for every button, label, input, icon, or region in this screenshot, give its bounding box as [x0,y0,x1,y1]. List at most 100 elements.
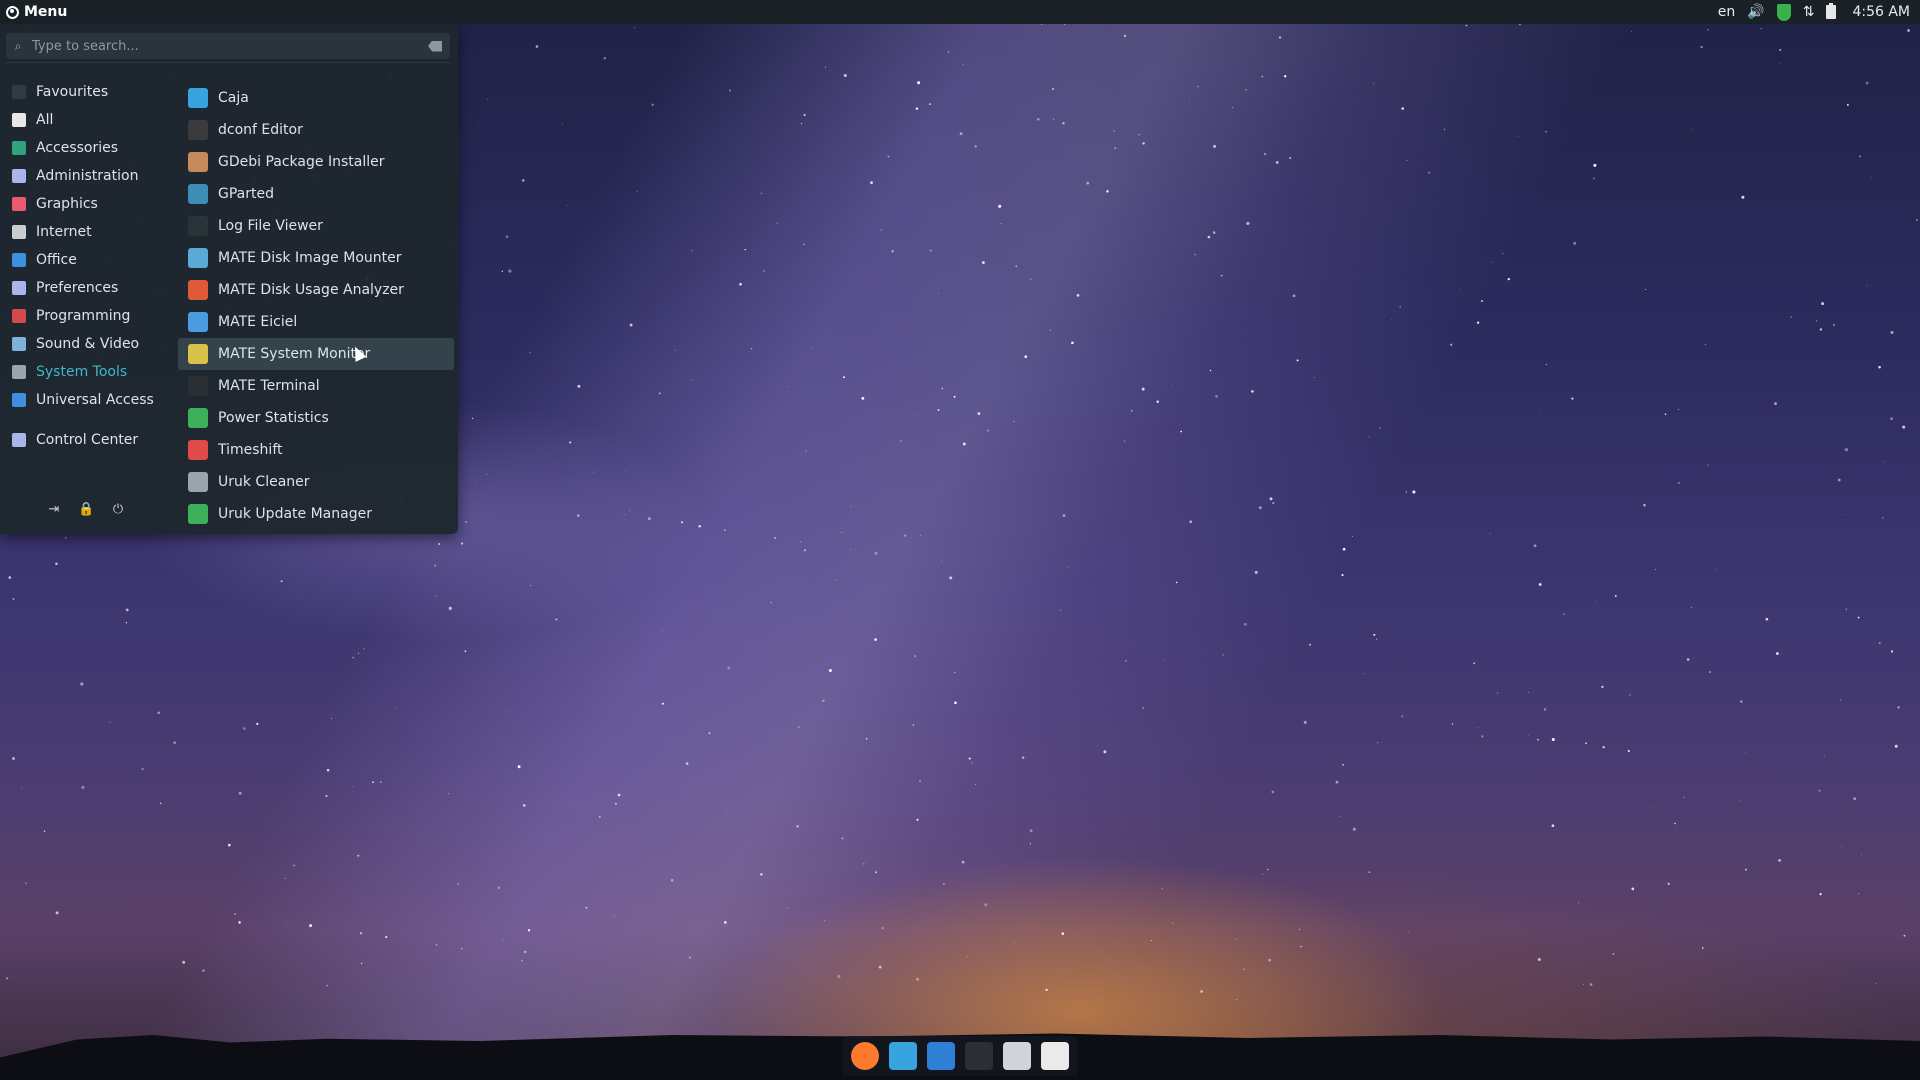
category-accessories[interactable]: Accessories [8,134,178,162]
search-input[interactable] [30,37,428,55]
graphics-icon [12,197,26,211]
app-label: Power Statistics [218,410,329,426]
app-label: Caja [218,90,249,106]
menu-button[interactable]: Menu [0,0,73,24]
category-control-center[interactable]: Control Center [8,426,178,454]
app-item-mate-disk-usage-analyzer[interactable]: MATE Disk Usage Analyzer [178,274,454,306]
power-statistics-icon [188,408,208,428]
caja-icon [188,88,208,108]
category-favourites[interactable]: Favourites [8,78,178,106]
category-label: Universal Access [36,392,154,408]
app-label: Log File Viewer [218,218,323,234]
app-label: dconf Editor [218,122,303,138]
search-icon: ⌕ [14,38,22,53]
top-panel: Menu en 🔊 ⇅ 4:56 AM [0,0,1920,24]
app-item-mate-system-monitor[interactable]: MATE System Monitor [178,338,454,370]
menu-button-label: Menu [24,4,68,20]
search-divider [6,62,450,63]
terminal-icon[interactable] [965,1042,993,1070]
category-all[interactable]: All [8,106,178,134]
application-menu: ⌕ Favourites All Accessories Administration… [0,24,458,534]
volume-icon[interactable]: 🔊 [1747,4,1764,20]
app-item-uruk-cleaner[interactable]: Uruk Cleaner [178,466,454,498]
logout-icon[interactable]: ⇥ [46,502,62,518]
disk-image-mounter-icon [188,248,208,268]
app-label: GParted [218,186,274,202]
category-programming[interactable]: Programming [8,302,178,330]
app-label: Uruk Cleaner [218,474,310,490]
clock[interactable]: 4:56 AM [1852,4,1910,20]
firefox-icon[interactable] [851,1042,879,1070]
network-icon[interactable]: ⇅ [1803,4,1815,20]
search-box: ⌕ [6,33,450,59]
system-tools-icon [12,365,26,379]
app-item-caja[interactable]: Caja [178,82,454,114]
terminal-icon [188,376,208,396]
distro-logo-icon [6,5,19,19]
uruk-cleaner-icon [188,472,208,492]
category-label: All [36,112,54,128]
app-label: Uruk Update Manager [218,506,372,522]
lock-icon[interactable]: 🔒 [78,502,94,518]
keyboard-layout-indicator[interactable]: en [1718,4,1736,20]
app-item-gdebi-package-installer[interactable]: GDebi Package Installer [178,146,454,178]
gdebi-icon [188,152,208,172]
battery-icon[interactable] [1826,3,1837,19]
category-preferences[interactable]: Preferences [8,274,178,302]
category-label: Office [36,252,77,268]
security-shield-icon[interactable] [1776,3,1791,21]
category-label: System Tools [36,364,128,380]
category-sound-video[interactable]: Sound & Video [8,330,178,358]
category-label: Internet [36,224,92,240]
app-item-mate-terminal[interactable]: MATE Terminal [178,370,454,402]
sound-video-icon [12,337,26,351]
category-administration[interactable]: Administration [8,162,178,190]
category-label: Accessories [36,140,119,156]
category-label: Control Center [36,432,139,448]
log-file-viewer-icon [188,216,208,236]
star-icon [12,85,26,99]
control-center-icon [12,433,26,447]
files-icon[interactable] [889,1042,917,1070]
category-office[interactable]: Office [8,246,178,274]
uruk-update-manager-icon [188,504,208,524]
app-item-gparted[interactable]: GParted [178,178,454,210]
session-actions: ⇥ 🔒 ⏻ [46,502,142,518]
category-label: Graphics [36,196,98,212]
app-label: Timeshift [218,442,283,458]
app-label: MATE Disk Usage Analyzer [218,282,404,298]
app-label: MATE Terminal [218,378,320,394]
power-icon[interactable]: ⏻ [110,502,126,518]
mail-icon[interactable] [927,1042,955,1070]
internet-icon [12,225,26,239]
category-label: Favourites [36,84,109,100]
category-list: Favourites All Accessories Administration Gr… [8,78,178,454]
app-label: MATE System Monitor [218,346,371,362]
all-icon [12,113,26,127]
category-label: Sound & Video [36,336,140,352]
category-label: Administration [36,168,139,184]
app-item-mate-eiciel[interactable]: MATE Eiciel [178,306,454,338]
category-universal-access[interactable]: Universal Access [8,386,178,414]
accessories-icon [12,141,26,155]
dock [843,1036,1077,1076]
text-editor-icon[interactable] [1003,1042,1031,1070]
category-system-tools[interactable]: System Tools [8,358,178,386]
category-internet[interactable]: Internet [8,218,178,246]
category-label: Preferences [36,280,119,296]
category-graphics[interactable]: Graphics [8,190,178,218]
disk-usage-analyzer-icon [188,280,208,300]
task-manager-icon[interactable] [1041,1042,1069,1070]
application-list: Caja dconf Editor GDebi Package Installer G… [178,82,454,530]
system-monitor-icon [188,344,208,364]
gparted-icon [188,184,208,204]
eiciel-icon [188,312,208,332]
app-item-uruk-update-manager[interactable]: Uruk Update Manager [178,498,454,530]
clear-search-icon[interactable] [428,40,442,52]
app-item-power-statistics[interactable]: Power Statistics [178,402,454,434]
app-item-log-file-viewer[interactable]: Log File Viewer [178,210,454,242]
programming-icon [12,309,26,323]
app-item-mate-disk-image-mounter[interactable]: MATE Disk Image Mounter [178,242,454,274]
app-item-timeshift[interactable]: Timeshift [178,434,454,466]
app-item-dconf-editor[interactable]: dconf Editor [178,114,454,146]
